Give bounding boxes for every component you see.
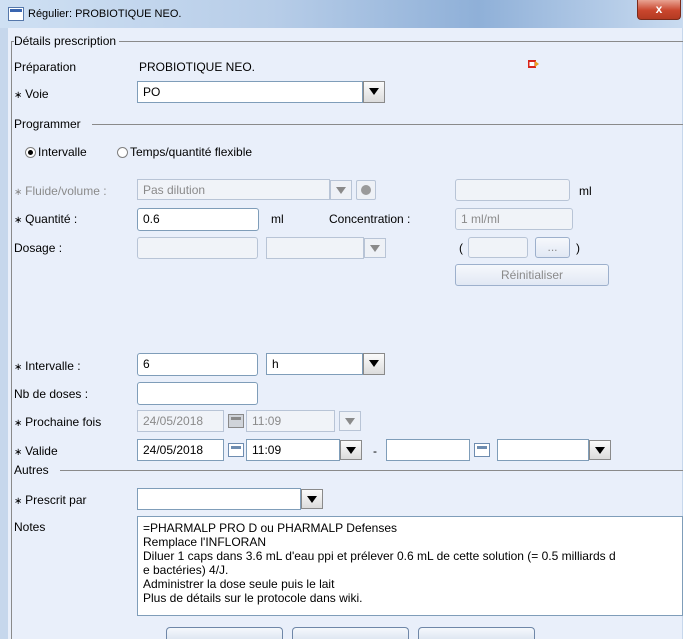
paren-open: (: [459, 241, 463, 255]
voie-select[interactable]: PO: [137, 81, 363, 103]
prochaine-label: Prochaine fois: [14, 415, 101, 429]
intervalle-unit-select[interactable]: h: [266, 353, 363, 375]
notes-textarea[interactable]: =PHARMALP PRO D ou PHARMALP Defenses Rem…: [137, 516, 683, 616]
radio-intervalle-label[interactable]: Intervalle: [38, 145, 87, 159]
valide-date-field[interactable]: 24/05/2018: [137, 439, 224, 461]
reinitialiser-button: Réinitialiser: [455, 264, 609, 286]
group-border-autres: [60, 470, 683, 471]
dosage-label: Dosage :: [14, 241, 63, 255]
fluide-label: Fluide/volume :: [14, 184, 106, 198]
notes-line: e bactéries) 4/J.: [143, 563, 229, 577]
group-title-programmer: Programmer: [14, 117, 84, 131]
info-button: [356, 180, 376, 200]
chevron-down-icon[interactable]: [589, 440, 611, 460]
concentration-field: 1 ml/ml: [455, 208, 573, 230]
radio-flexible[interactable]: [117, 147, 128, 158]
chevron-down-icon: [330, 180, 352, 200]
chevron-down-icon[interactable]: [301, 489, 323, 509]
group-border-left: [11, 41, 12, 639]
concentration-label: Concentration :: [329, 212, 411, 226]
notes-line: =PHARMALP PRO D ou PHARMALP Defenses: [143, 521, 397, 535]
voie-label: Voie: [14, 87, 48, 101]
info-circle-icon: [361, 185, 371, 195]
quantite-field[interactable]: 0.6: [137, 208, 259, 231]
chevron-down-icon: [364, 238, 386, 258]
quantite-unit: ml: [271, 212, 284, 226]
bottom-button-1[interactable]: [166, 627, 283, 639]
valide-label: Valide: [14, 444, 57, 458]
prescrit-label: Prescrit par: [14, 493, 86, 507]
group-border-programmer: [92, 124, 683, 125]
title-bar: Régulier: PROBIOTIQUE NEO. x: [0, 0, 683, 28]
quantite-label: Quantité :: [14, 212, 77, 226]
prochaine-date-field: 24/05/2018: [137, 410, 224, 432]
calendar-icon[interactable]: [228, 443, 244, 457]
nb-doses-field[interactable]: [137, 382, 258, 405]
valide-end-time-select[interactable]: [497, 439, 589, 461]
preparation-value: PROBIOTIQUE NEO.: [139, 60, 256, 74]
notes-line: Plus de détails sur le protocole dans wi…: [143, 591, 363, 605]
group-title-details: Détails prescription: [14, 34, 120, 48]
chevron-down-icon[interactable]: [363, 81, 385, 103]
window-title: Régulier: PROBIOTIQUE NEO.: [28, 8, 182, 20]
bottom-button-3[interactable]: [418, 627, 535, 639]
notes-line: Diluer 1 caps dans 3.6 mL d'eau ppi et p…: [143, 549, 616, 563]
radio-intervalle[interactable]: [25, 147, 36, 158]
fluide-select: Pas dilution: [137, 179, 330, 200]
fluide-volume-field: [455, 179, 570, 201]
dosage-field: [137, 237, 258, 259]
chevron-down-icon[interactable]: [363, 353, 385, 375]
preparation-label: Préparation: [14, 60, 77, 74]
group-title-autres: Autres: [14, 463, 52, 477]
notes-line: Administrer la dose seule puis le lait: [143, 577, 335, 591]
radio-flexible-label[interactable]: Temps/quantité flexible: [130, 145, 252, 159]
dosage-extra-field: [468, 237, 528, 258]
calendar-icon[interactable]: [474, 443, 490, 457]
valide-time-select[interactable]: 11:09: [246, 439, 340, 461]
paren-close: ): [576, 241, 580, 255]
valide-dash: -: [373, 444, 377, 458]
notes-label: Notes: [14, 520, 46, 534]
bottom-button-2[interactable]: [292, 627, 409, 639]
prochaine-time-select: 11:09: [246, 410, 335, 432]
dosage-unit-select: [266, 237, 364, 259]
chevron-down-icon: [339, 411, 361, 431]
nb-doses-label: Nb de doses :: [14, 387, 89, 401]
calendar-icon: [228, 414, 244, 428]
valide-end-date-field[interactable]: [386, 439, 470, 461]
chevron-down-icon[interactable]: [340, 440, 362, 460]
close-button[interactable]: x: [637, 0, 681, 20]
export-pdf-icon[interactable]: [528, 59, 540, 69]
app-window-icon: [8, 7, 24, 21]
prescrit-select[interactable]: [137, 488, 301, 510]
intervalle-label: Intervalle :: [14, 359, 80, 373]
ellipsis-button: ...: [535, 237, 570, 258]
notes-line: Remplace l'INFLORAN: [143, 535, 266, 549]
fluide-unit: ml: [579, 184, 592, 198]
intervalle-field[interactable]: 6: [137, 353, 258, 376]
